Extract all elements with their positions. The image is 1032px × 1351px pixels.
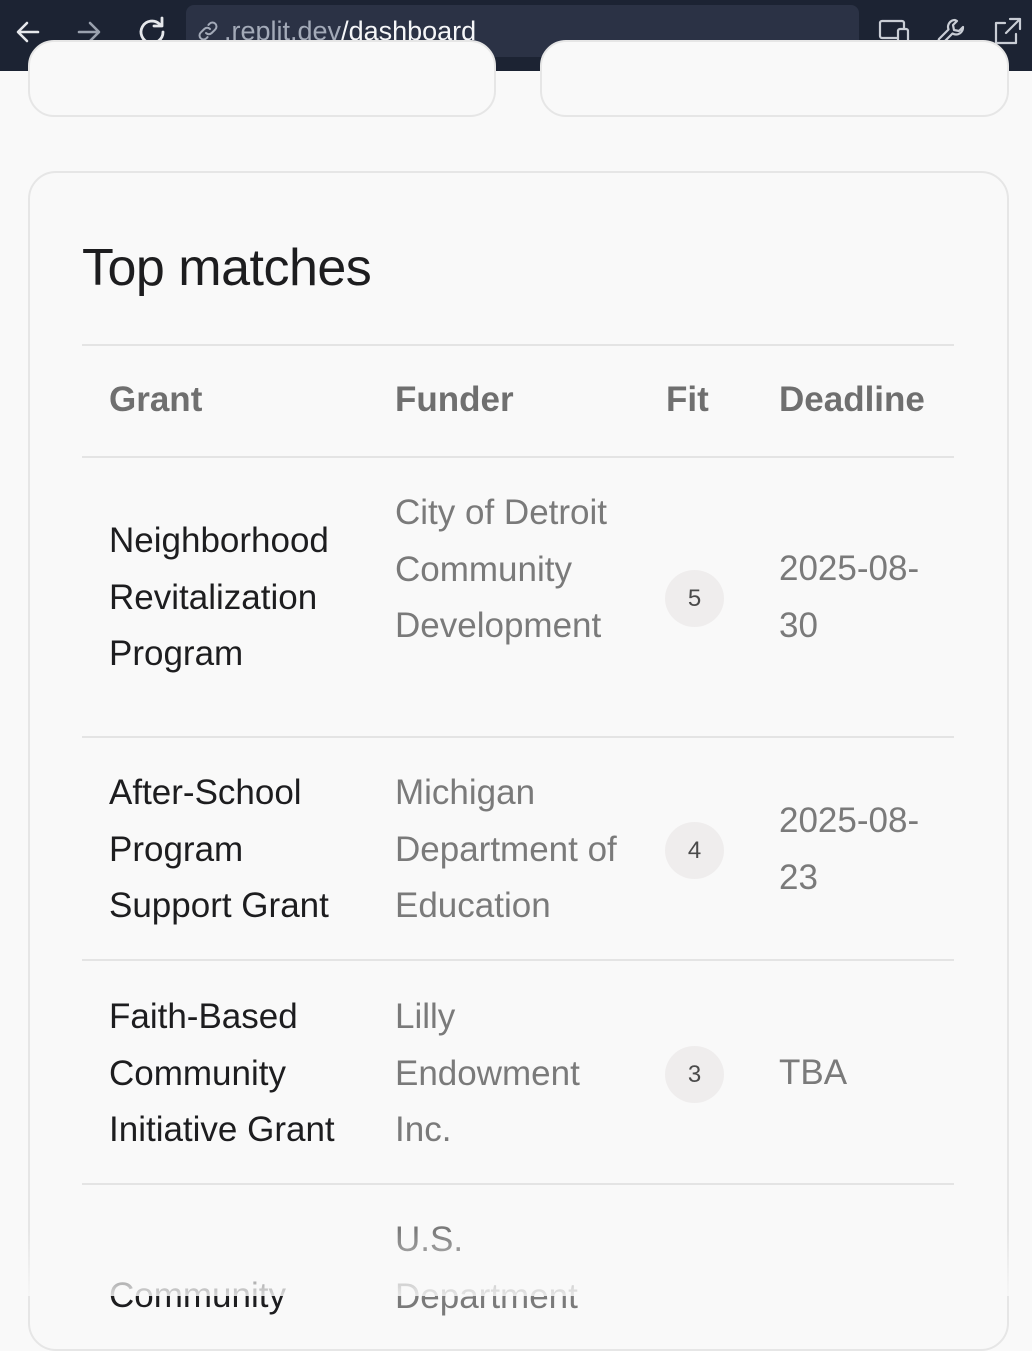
funder-name: City of Detroit Community Development xyxy=(395,493,607,645)
table-divider xyxy=(82,456,954,458)
fit-score-badge: 3 xyxy=(665,1046,724,1103)
funder-name: Lilly Endowment Inc. xyxy=(395,997,580,1149)
column-header-fit[interactable]: Fit xyxy=(666,380,709,420)
table-divider xyxy=(82,736,954,738)
grant-name[interactable]: Faith-Based Community Initiative Grant xyxy=(109,989,359,1159)
column-header-deadline[interactable]: Deadline xyxy=(779,380,925,420)
column-header-funder[interactable]: Funder xyxy=(395,380,514,420)
fit-score-badge: 4 xyxy=(665,822,724,879)
column-header-grant[interactable]: Grant xyxy=(109,380,202,420)
grant-name[interactable]: Neighborhood Revitalization Program xyxy=(109,513,359,683)
deadline-date: 2025-08-23 xyxy=(779,801,920,897)
summary-card xyxy=(540,40,1009,117)
funder-name: Michigan Department of Education xyxy=(395,773,617,925)
table-divider xyxy=(82,344,954,346)
deadline-date: 2025-08-30 xyxy=(779,549,920,645)
top-matches-card xyxy=(28,171,1009,1351)
deadline-date: TBA xyxy=(779,1053,848,1092)
table-divider xyxy=(82,959,954,961)
panel-title: Top matches xyxy=(82,239,372,297)
funder-name: U.S. Department xyxy=(395,1220,578,1316)
grant-name[interactable]: After-School Program Support Grant xyxy=(109,765,359,935)
fit-score-badge: 5 xyxy=(665,570,724,627)
grant-name[interactable]: Community xyxy=(109,1268,359,1325)
summary-card xyxy=(28,40,496,117)
table-divider xyxy=(82,1183,954,1185)
